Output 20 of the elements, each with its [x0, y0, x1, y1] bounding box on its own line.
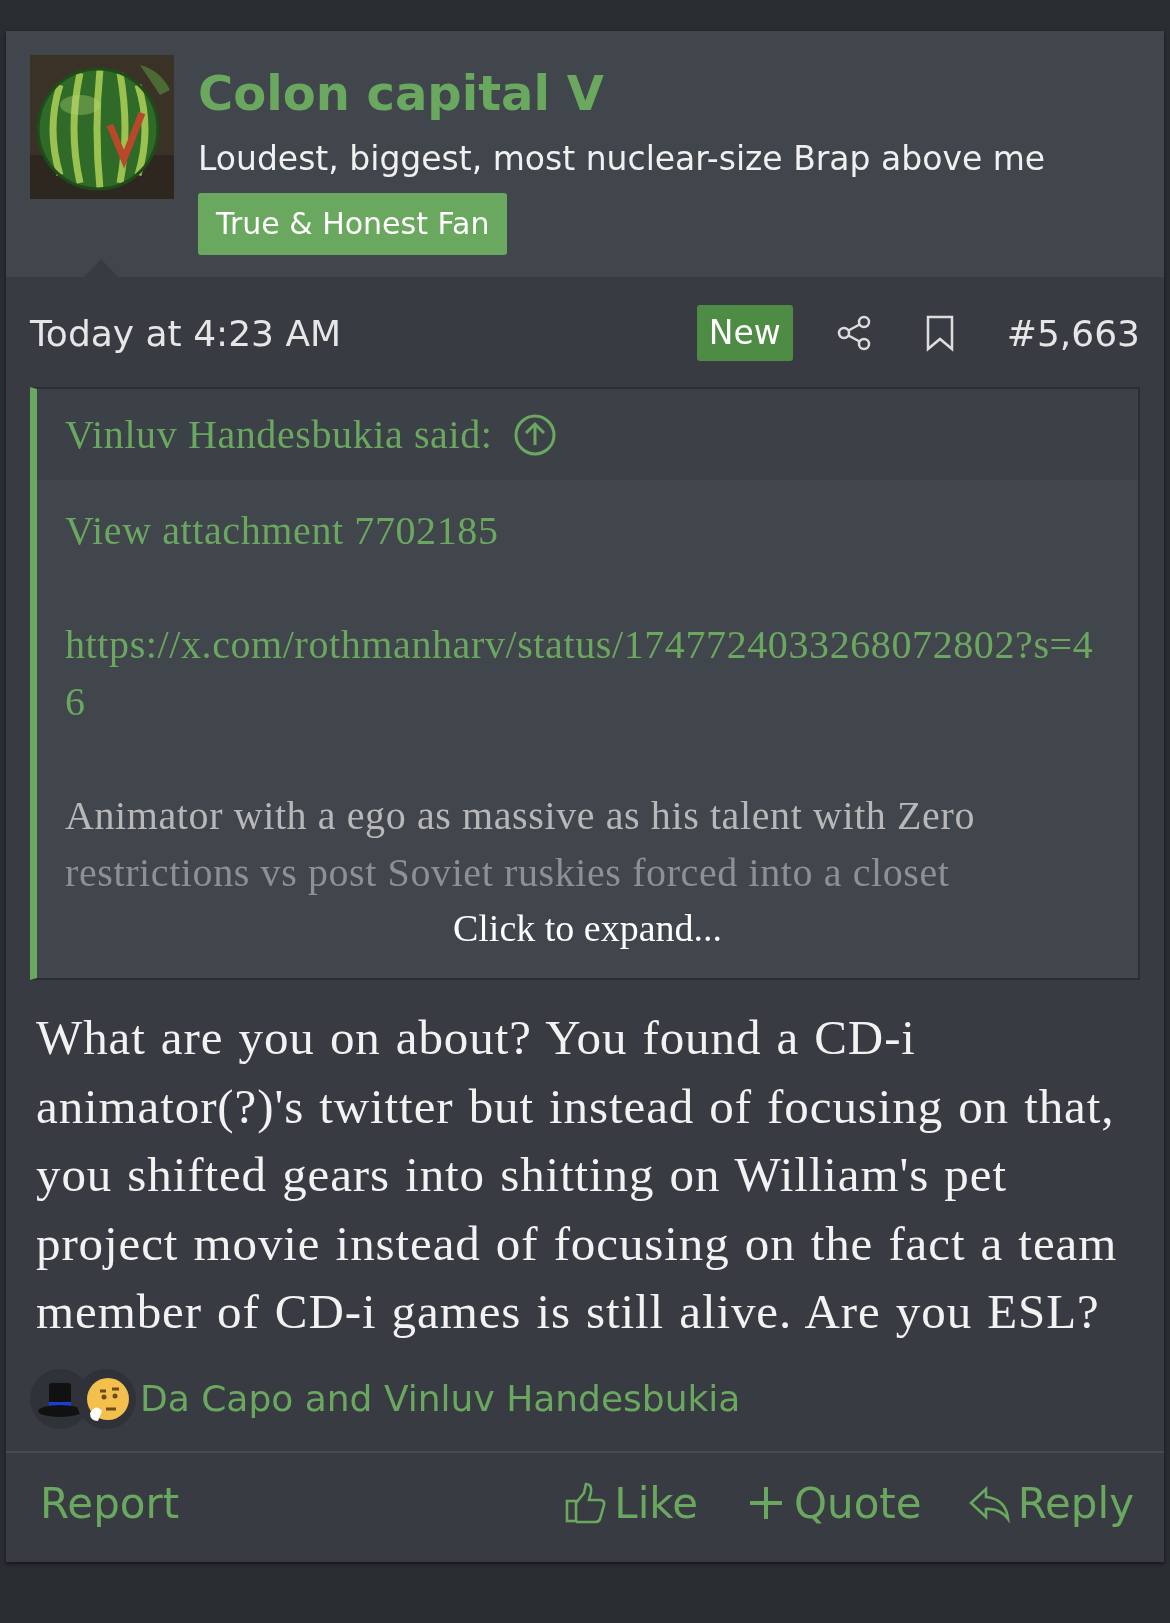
quote-link[interactable]: Quote [744, 1478, 922, 1528]
quote-text: Animator with a ego as massive as his talent with Zero [65, 792, 976, 840]
report-link[interactable]: Report [40, 1478, 180, 1528]
reply-link[interactable]: Reply [967, 1478, 1134, 1528]
post-text: What are you on about? You found a CD-i animator(?)'s twitter but instead of focusing on that, you shifted gears into shitting on William's pet project movie instead of focusing on the fact a team member of CD-i games is still alive. Are you ESL? [36, 1009, 1119, 1341]
expand-link[interactable]: Click to expand... [452, 906, 723, 950]
thinking-face-icon [76, 1368, 136, 1429]
post-number[interactable]: #5,663 [1006, 312, 1140, 354]
username[interactable]: Colon capital V [198, 61, 604, 125]
quote-text: restrictions vs post Soviet ruskies forced into a closet [65, 849, 951, 897]
quote-link[interactable]: https://x.com/rothmanharv/status/1747724033268072802?s=46 [65, 616, 1110, 730]
reaction-users[interactable]: Da Capo and Vinluv Handesbukia [140, 1378, 741, 1419]
new-badge: New [696, 305, 793, 361]
jump-up-icon[interactable] [512, 412, 557, 457]
user-banner: True & Honest Fan [198, 193, 508, 255]
post-time[interactable]: Today at 4:23 AM [30, 312, 697, 354]
quote-attribution[interactable]: Vinluv Handesbukia said: [65, 411, 493, 458]
quote-link[interactable]: View attachment 7702185 [65, 502, 1110, 559]
user-title: Loudest, biggest, most nuclear-size Brap above me [198, 138, 1046, 180]
like-link[interactable]: Like [564, 1478, 698, 1528]
